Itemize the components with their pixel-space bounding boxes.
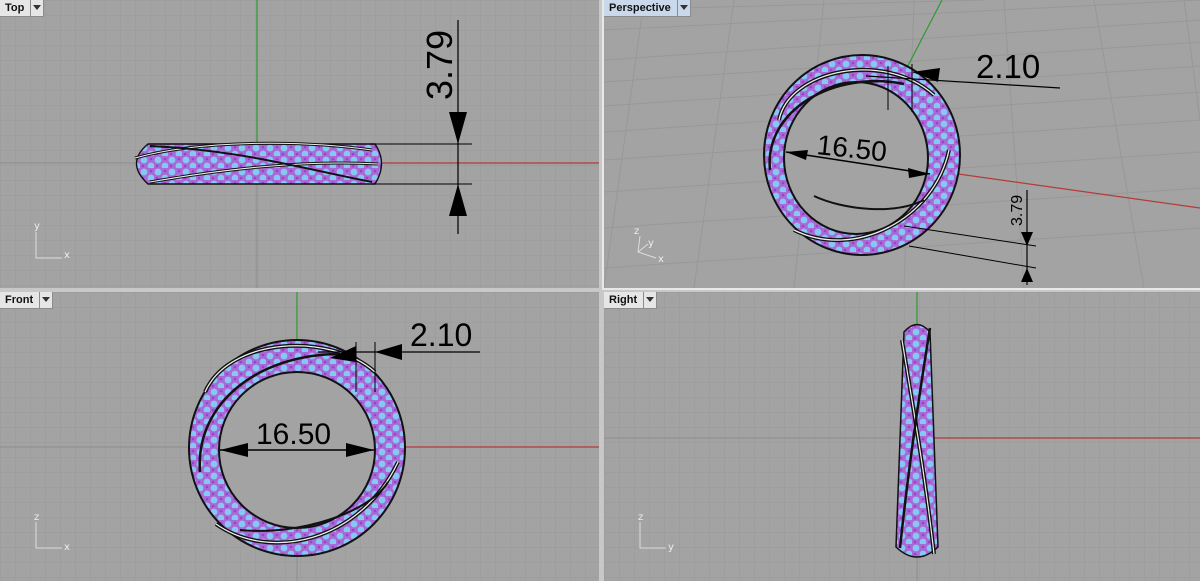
viewport-perspective-titlebar[interactable]: Perspective [604, 0, 691, 17]
ring-top-view[interactable] [134, 141, 383, 185]
svg-text:y: y [648, 238, 654, 249]
viewport-top-scene[interactable]: 3.79 y x [0, 0, 599, 288]
dimension-width-top-value: 3.79 [419, 30, 460, 100]
dimension-diameter-front-value: 16.50 [256, 418, 331, 451]
svg-text:x: x [64, 542, 70, 553]
viewport-front-scene[interactable]: 2.10 16.50 z x [0, 292, 599, 581]
dimension-band-persp-value: 2.10 [976, 48, 1040, 85]
svg-text:z: z [634, 226, 639, 237]
ring-right-view[interactable] [895, 323, 939, 558]
viewport-top[interactable]: Top 3.79 y x [0, 0, 599, 288]
viewport-front[interactable]: Front 2.10 16.50 z x [0, 292, 599, 581]
viewport-right-label[interactable]: Right [604, 292, 645, 309]
chevron-down-icon[interactable] [677, 0, 691, 17]
chevron-down-icon[interactable] [31, 0, 45, 17]
viewport-top-label[interactable]: Top [0, 0, 32, 17]
viewport-right-scene[interactable]: z y [604, 292, 1200, 581]
rhino-viewport-layout: Top 3.79 y x Perspective 2.10 16.50 3.79… [0, 0, 1200, 581]
svg-text:z: z [638, 512, 643, 523]
viewport-right-titlebar[interactable]: Right [604, 292, 658, 309]
viewport-front-titlebar[interactable]: Front [0, 292, 54, 309]
dimension-band-front-value: 2.10 [410, 317, 472, 353]
svg-text:x: x [658, 254, 664, 265]
svg-text:z: z [34, 512, 39, 523]
svg-text:x: x [64, 250, 70, 261]
viewport-right[interactable]: Right z y [604, 292, 1200, 581]
viewport-perspective[interactable]: Perspective 2.10 16.50 3.79 z y x [602, 0, 1200, 290]
viewport-perspective-label[interactable]: Perspective [604, 0, 678, 17]
dimension-width-persp-value: 3.79 [1009, 195, 1026, 226]
viewport-perspective-scene[interactable]: 2.10 16.50 3.79 z y x [604, 0, 1200, 288]
viewport-front-label[interactable]: Front [0, 292, 41, 309]
svg-text:y: y [34, 221, 40, 232]
viewport-top-titlebar[interactable]: Top [0, 0, 45, 17]
chevron-down-icon[interactable] [40, 292, 54, 309]
svg-text:y: y [668, 542, 674, 553]
chevron-down-icon[interactable] [644, 292, 658, 309]
